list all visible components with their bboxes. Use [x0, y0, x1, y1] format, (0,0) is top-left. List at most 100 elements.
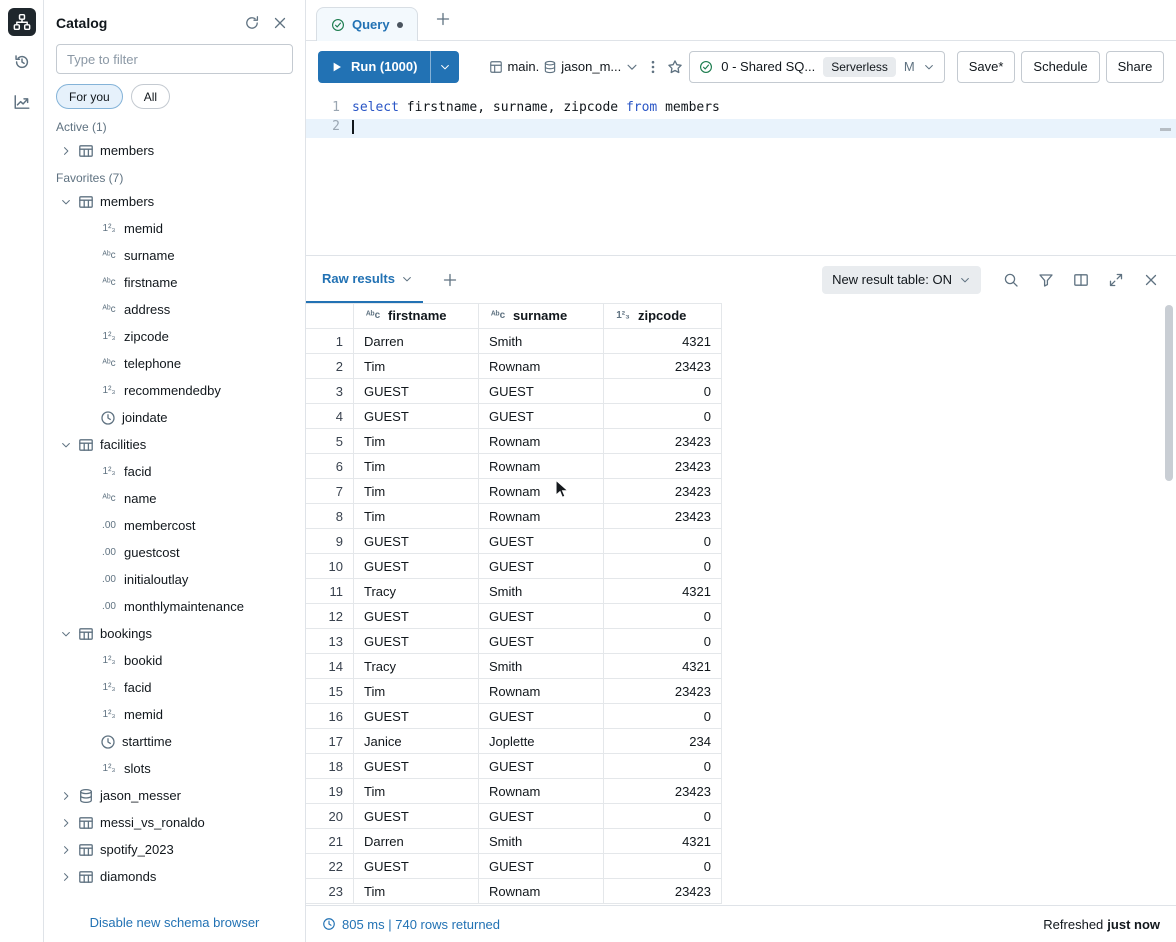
table-cell[interactable]: Smith	[479, 654, 604, 679]
table-cell[interactable]: 23423	[604, 779, 722, 804]
table-cell[interactable]: GUEST	[354, 754, 479, 779]
tree-item-memid[interactable]: 1²₃memid	[44, 215, 305, 242]
table-cell[interactable]: Tim	[354, 504, 479, 529]
table-cell[interactable]: Rownam	[479, 504, 604, 529]
warehouse-selector[interactable]: 0 - Shared SQ... Serverless M	[689, 51, 944, 83]
new-result-table-toggle[interactable]: New result table: ON	[822, 266, 981, 294]
tree-item-recommendedby[interactable]: 1²₃recommendedby	[44, 377, 305, 404]
insights-rail-button[interactable]	[8, 88, 36, 116]
tree-item-slots[interactable]: 1²₃slots	[44, 755, 305, 782]
table-cell[interactable]: 0	[604, 604, 722, 629]
catalog-filter-input[interactable]	[56, 44, 293, 74]
tree-item-guestcost[interactable]: .00guestcost	[44, 539, 305, 566]
table-cell[interactable]: GUEST	[354, 604, 479, 629]
tree-item-facilities[interactable]: facilities	[44, 431, 305, 458]
table-cell[interactable]: GUEST	[479, 604, 604, 629]
save-button[interactable]: Save*	[957, 51, 1016, 83]
editor-line-1[interactable]: 1select firstname, surname, zipcode from…	[306, 100, 1176, 119]
table-cell[interactable]: Rownam	[479, 354, 604, 379]
table-cell[interactable]: GUEST	[354, 629, 479, 654]
table-cell[interactable]: Janice	[354, 729, 479, 754]
scrollbar-thumb[interactable]	[1165, 305, 1173, 481]
table-cell[interactable]: Tim	[354, 479, 479, 504]
table-cell[interactable]: GUEST	[479, 804, 604, 829]
table-cell[interactable]: Tim	[354, 879, 479, 904]
tree-item-name[interactable]: ᴬᵇcname	[44, 485, 305, 512]
table-cell[interactable]: GUEST	[479, 754, 604, 779]
share-button[interactable]: Share	[1106, 51, 1165, 83]
table-cell[interactable]: 0	[604, 404, 722, 429]
tree-item-address[interactable]: ᴬᵇcaddress	[44, 296, 305, 323]
table-cell[interactable]: 23423	[604, 354, 722, 379]
table-cell[interactable]: 23423	[604, 879, 722, 904]
table-cell[interactable]: GUEST	[354, 404, 479, 429]
sql-editor[interactable]: 1select firstname, surname, zipcode from…	[306, 92, 1176, 255]
filter-pill-for-you[interactable]: For you	[56, 84, 123, 109]
catalog-schema-selector[interactable]: main. jason_m...	[489, 59, 639, 74]
table-cell[interactable]: 0	[604, 379, 722, 404]
table-cell[interactable]: GUEST	[479, 854, 604, 879]
table-cell[interactable]: Smith	[479, 329, 604, 354]
table-cell[interactable]: 0	[604, 529, 722, 554]
history-rail-button[interactable]	[8, 48, 36, 76]
table-cell[interactable]: Rownam	[479, 879, 604, 904]
table-cell[interactable]: 4321	[604, 329, 722, 354]
tree-item-jason_messer[interactable]: jason_messer	[44, 782, 305, 809]
run-options-button[interactable]	[430, 51, 459, 83]
table-cell[interactable]: 0	[604, 629, 722, 654]
table-cell[interactable]: GUEST	[354, 554, 479, 579]
table-cell[interactable]: GUEST	[479, 554, 604, 579]
table-cell[interactable]: 0	[604, 804, 722, 829]
table-cell[interactable]: GUEST	[479, 629, 604, 654]
table-cell[interactable]: Tim	[354, 679, 479, 704]
panel-layout-button[interactable]	[1068, 267, 1094, 293]
tree-item-initialoutlay[interactable]: .00initialoutlay	[44, 566, 305, 593]
table-cell[interactable]: 4321	[604, 829, 722, 854]
table-cell[interactable]: Rownam	[479, 429, 604, 454]
column-header-surname[interactable]: ᴬᵇcsurname	[479, 303, 604, 329]
table-cell[interactable]: 4321	[604, 579, 722, 604]
tree-item-bookings[interactable]: bookings	[44, 620, 305, 647]
search-results-button[interactable]	[998, 267, 1024, 293]
tree-item-messi_vs_ronaldo[interactable]: messi_vs_ronaldo	[44, 809, 305, 836]
tree-item-monthlymaintenance[interactable]: .00monthlymaintenance	[44, 593, 305, 620]
table-cell[interactable]: Tim	[354, 354, 479, 379]
table-cell[interactable]: Darren	[354, 829, 479, 854]
table-cell[interactable]: Tim	[354, 429, 479, 454]
filter-results-button[interactable]	[1033, 267, 1059, 293]
table-cell[interactable]: Tim	[354, 779, 479, 804]
table-cell[interactable]: Tim	[354, 454, 479, 479]
close-results-button[interactable]	[1138, 267, 1164, 293]
tree-item-zipcode[interactable]: 1²₃zipcode	[44, 323, 305, 350]
table-cell[interactable]: 0	[604, 554, 722, 579]
table-cell[interactable]: 23423	[604, 479, 722, 504]
tree-item-spotify_2023[interactable]: spotify_2023	[44, 836, 305, 863]
table-cell[interactable]: Joplette	[479, 729, 604, 754]
table-cell[interactable]: 0	[604, 754, 722, 779]
refresh-catalog-button[interactable]	[239, 10, 265, 36]
tree-item-starttime[interactable]: starttime	[44, 728, 305, 755]
table-cell[interactable]: 23423	[604, 679, 722, 704]
table-cell[interactable]: Smith	[479, 579, 604, 604]
tab-query[interactable]: Query	[316, 7, 418, 41]
table-cell[interactable]: Smith	[479, 829, 604, 854]
table-cell[interactable]: Rownam	[479, 779, 604, 804]
run-button[interactable]: Run (1000)	[318, 51, 430, 83]
tree-item-memid[interactable]: 1²₃memid	[44, 701, 305, 728]
table-cell[interactable]: GUEST	[354, 704, 479, 729]
table-cell[interactable]: Darren	[354, 329, 479, 354]
close-catalog-button[interactable]	[267, 10, 293, 36]
table-cell[interactable]: 23423	[604, 504, 722, 529]
tree-item-surname[interactable]: ᴬᵇcsurname	[44, 242, 305, 269]
results-tab-raw[interactable]: Raw results	[306, 256, 423, 303]
table-cell[interactable]: Tracy	[354, 654, 479, 679]
table-cell[interactable]: 4321	[604, 654, 722, 679]
schedule-button[interactable]: Schedule	[1021, 51, 1099, 83]
tree-item-members[interactable]: members	[44, 188, 305, 215]
table-cell[interactable]: Tracy	[354, 579, 479, 604]
table-cell[interactable]: GUEST	[479, 379, 604, 404]
table-cell[interactable]: 0	[604, 704, 722, 729]
query-stats[interactable]: 805 ms | 740 rows returned	[322, 917, 500, 932]
tree-item-facid[interactable]: 1²₃facid	[44, 458, 305, 485]
schema-browser-rail-button[interactable]	[8, 8, 36, 36]
